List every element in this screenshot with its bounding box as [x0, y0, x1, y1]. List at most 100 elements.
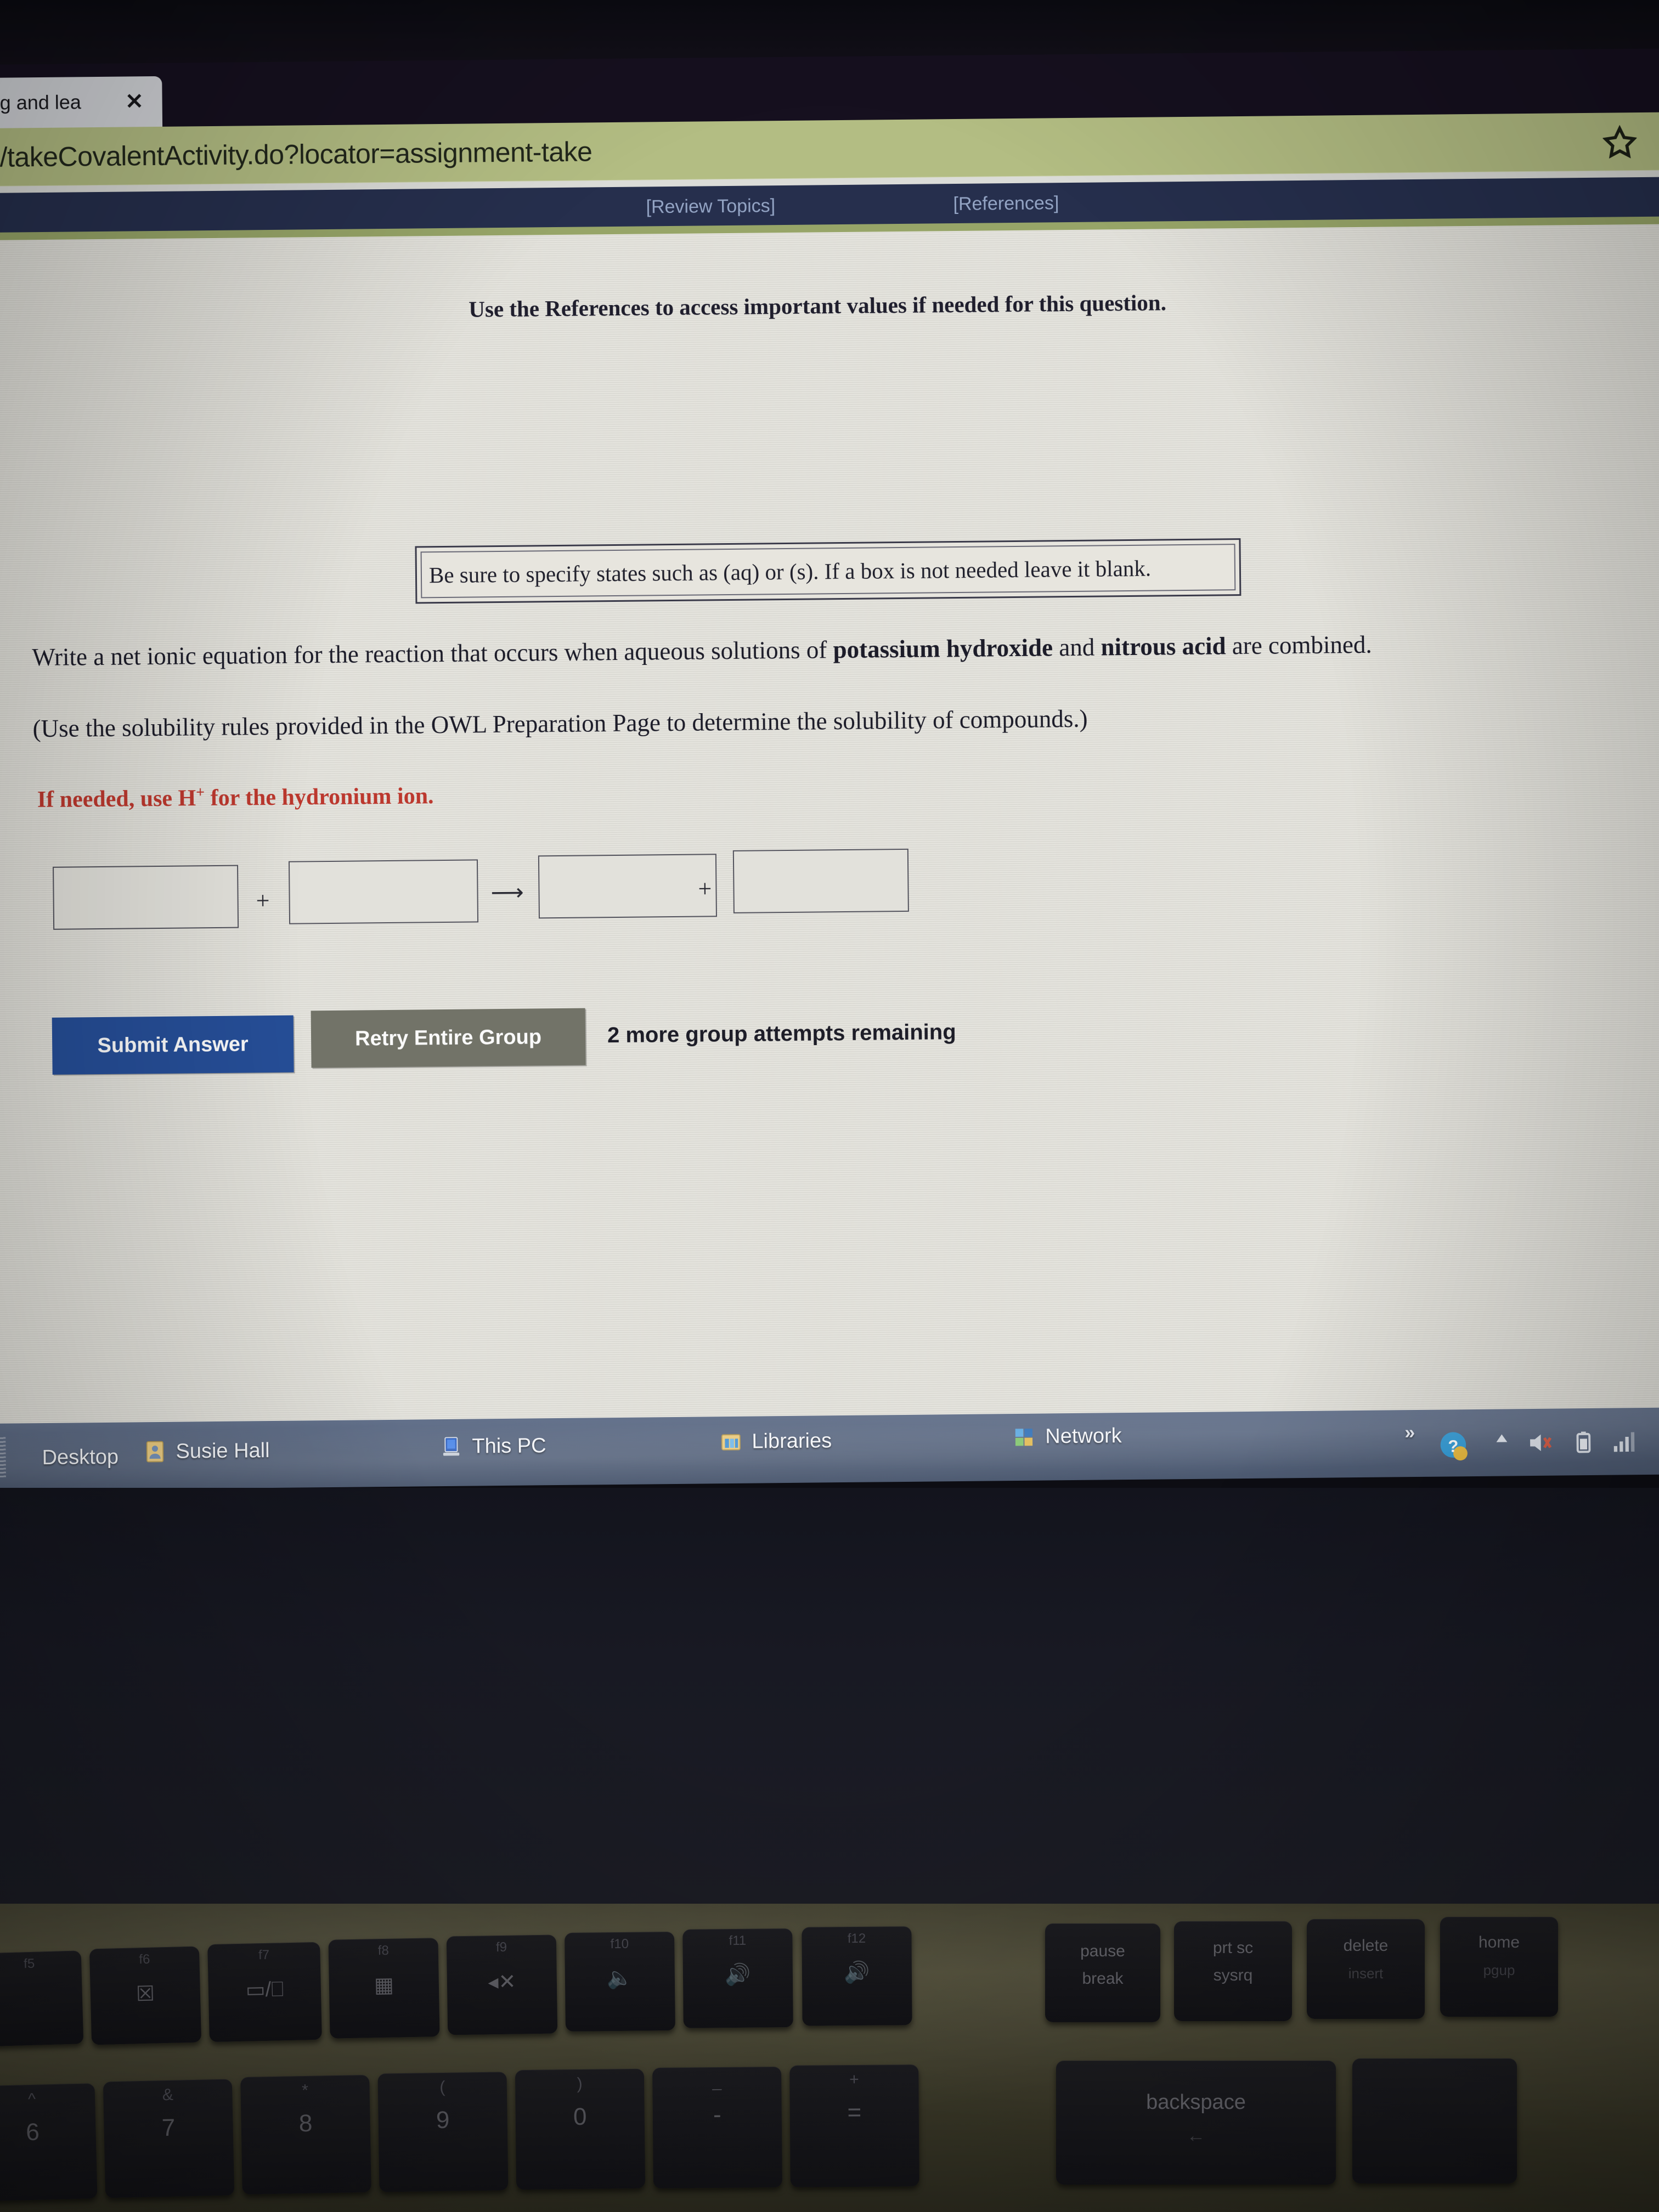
key-f6[interactable]: f6 ☒ [89, 1946, 202, 2045]
overflow-icon[interactable]: » [1404, 1422, 1415, 1443]
key-f8[interactable]: f8 ▦ [328, 1938, 440, 2039]
taskbar-item-desktop[interactable]: Desktop [42, 1446, 119, 1470]
taskbar-item-label: Network [1045, 1424, 1122, 1448]
key-sublabel: insert [1348, 1965, 1384, 1982]
key-fn-label: f5 [23, 1956, 35, 1972]
equation-plus-left: + [256, 887, 270, 915]
key-7[interactable]: & 7 [103, 2079, 235, 2198]
key-f12[interactable]: f12 🔊 [802, 1926, 912, 2026]
attempts-remaining-text: 2 more group attempts remaining [607, 1020, 956, 1048]
volume-up-icon: 🔊 [725, 1963, 751, 1987]
chevron-up-icon [1496, 1434, 1508, 1442]
key-f11[interactable]: f11 🔊 [682, 1928, 793, 2028]
svg-text:?: ? [1448, 1437, 1458, 1456]
key-fn-label: f11 [729, 1933, 747, 1949]
tray-expand-button[interactable] [1492, 1429, 1511, 1447]
browser-tab-title: ning and lea [0, 91, 82, 115]
key-fn-label: f12 [847, 1931, 866, 1946]
taskbar-grip[interactable] [0, 1436, 6, 1477]
laptop-photo: ning and lea ✕ + ent/takeCovalentActivit… [0, 0, 1659, 2212]
hydronium-note-pre: If needed, use H [37, 786, 196, 813]
key-symbol: + [849, 2070, 859, 2089]
key-number: 6 [25, 2118, 40, 2146]
equation-input-4[interactable] [732, 848, 909, 913]
key-delete-insert[interactable]: delete insert [1307, 1919, 1425, 2019]
equation-arrow-icon: ⟶ [490, 880, 523, 906]
solubility-note: (Use the solubility rules provided in th… [32, 704, 1088, 743]
taskbar-item-this-pc[interactable]: This PC [439, 1434, 546, 1459]
taskbar-item-label: Libraries [752, 1429, 832, 1453]
key-symbol: * [301, 2081, 309, 2100]
volume-mute-key-icon: ◂✕ [488, 1970, 516, 1994]
tray-volume-button[interactable] [1525, 1429, 1554, 1457]
key-fn-label: f8 [377, 1943, 390, 1959]
retry-entire-group-button[interactable]: Retry Entire Group [311, 1008, 586, 1068]
prompt-text-end: are combined. [1226, 630, 1372, 660]
media-icon: 🔊 [844, 1961, 870, 1985]
key-fn-label: f9 [495, 1939, 507, 1955]
state-instruction-box: Be sure to specify states such as (aq) o… [415, 538, 1242, 604]
volume-down-icon: 🔈 [607, 1966, 633, 1990]
reference-note: Use the References to access important v… [469, 290, 1167, 322]
key-equals[interactable]: + = [789, 2064, 919, 2187]
taskbar-item-label: Desktop [42, 1445, 119, 1470]
key-fn-label: f6 [139, 1951, 150, 1967]
question-page: Use the References to access important v… [0, 224, 1659, 1580]
submit-answer-button[interactable]: Submit Answer [52, 1015, 294, 1075]
taskbar-item-susie-hall[interactable]: Susie Hall [143, 1438, 270, 1464]
taskbar-item-libraries[interactable]: Libraries [719, 1429, 832, 1454]
tray-help-button[interactable]: ? [1437, 1429, 1472, 1464]
key-0[interactable]: ) 0 [515, 2068, 646, 2190]
question-prompt-line1: Write a net ionic equation for the react… [32, 630, 1372, 672]
key-f5[interactable]: f5 [0, 1950, 84, 2047]
battery-icon [1576, 1431, 1591, 1453]
key-symbol: ^ [27, 2090, 36, 2109]
key-prtsc-sysrq[interactable]: prt sc sysrq [1174, 1921, 1292, 2021]
key-f7[interactable]: f7 ▭/⎕ [207, 1942, 322, 2042]
reagent-2: nitrous acid [1101, 632, 1226, 661]
tray-signal-button[interactable] [1610, 1427, 1638, 1455]
key-number: - [713, 2101, 721, 2129]
star-icon[interactable] [1602, 125, 1637, 159]
key-backspace[interactable]: backspace ← [1056, 2061, 1336, 2185]
equation-input-row: + ⟶ + [46, 847, 1089, 939]
key-symbol: _ [712, 2072, 722, 2091]
equation-input-3[interactable] [538, 854, 717, 919]
backspace-arrow-icon: ← [1187, 2125, 1205, 2146]
key-number: 0 [573, 2103, 587, 2131]
key-6[interactable]: ^ 6 [0, 2083, 98, 2202]
key-numpad-extra[interactable] [1352, 2058, 1517, 2183]
key-sublabel: break [1082, 1970, 1124, 1988]
volume-mute-icon [1530, 1434, 1552, 1452]
key-number: 8 [298, 2109, 313, 2137]
equation-input-2[interactable] [288, 859, 479, 924]
user-folder-icon [146, 1441, 164, 1463]
taskbar-item-network[interactable]: Network [1012, 1424, 1122, 1449]
key-f10[interactable]: f10 🔈 [565, 1931, 675, 2032]
key-number: 7 [161, 2114, 176, 2142]
key-label: pause [1080, 1942, 1125, 1960]
key-f9[interactable]: f9 ◂✕ [446, 1934, 558, 2035]
key-label: home [1478, 1933, 1520, 1951]
url-input[interactable]: ent/takeCovalentActivity.do?locator=assi… [0, 136, 592, 173]
browser-tab[interactable]: ning and lea ✕ [0, 76, 163, 129]
tray-battery-button[interactable] [1569, 1428, 1598, 1457]
key-minus[interactable]: _ - [652, 2066, 782, 2189]
key-label: delete [1343, 1937, 1389, 1955]
references-link[interactable]: [References] [953, 193, 1059, 215]
key-home-pgup[interactable]: home pgup [1440, 1917, 1558, 2017]
key-label: backspace [1146, 2091, 1246, 2114]
laptop-keyboard: f5 f6 ☒ f7 ▭/⎕ f8 ▦ f9 ◂✕ f10 🔈 f11 🔊 f1… [0, 1904, 1659, 2212]
equation-input-1[interactable] [53, 865, 239, 930]
close-icon[interactable]: ✕ [125, 89, 144, 114]
key-9[interactable]: ( 9 [377, 2072, 509, 2192]
screen-mode-icon: ▦ [374, 1973, 394, 1997]
laptop-bottom-bezel: ASUS [0, 1488, 1659, 1910]
taskbar-item-label: Susie Hall [176, 1438, 270, 1463]
key-pause-break[interactable]: pause break [1045, 1923, 1160, 2022]
key-8[interactable]: * 8 [240, 2074, 371, 2195]
review-topics-link[interactable]: [Review Topics] [646, 195, 775, 218]
key-label: prt sc [1212, 1939, 1254, 1957]
key-number: 9 [436, 2106, 450, 2134]
help-icon: ? [1440, 1432, 1468, 1461]
